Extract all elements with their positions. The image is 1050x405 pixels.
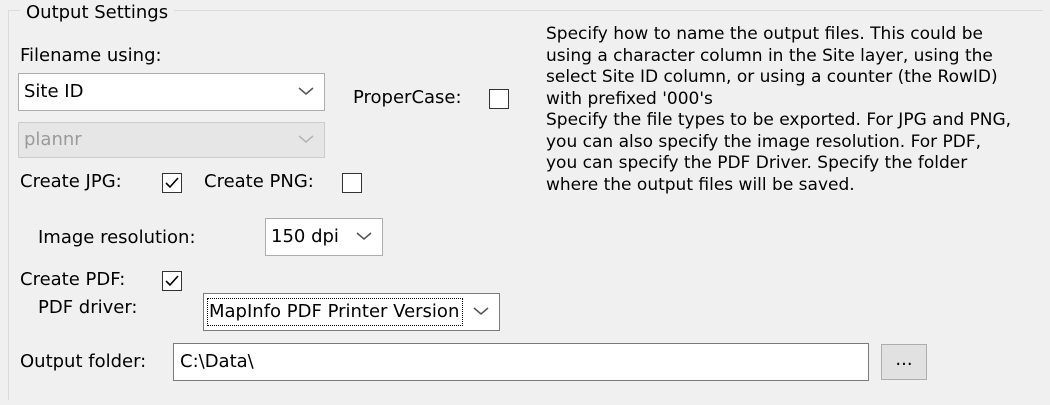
browse-button[interactable]: ... (881, 344, 927, 380)
image-resolution-label: Image resolution: (38, 227, 196, 248)
create-jpg-label: Create JPG: (20, 171, 122, 192)
create-png-checkbox[interactable] (342, 173, 362, 193)
pdf-driver-label: PDF driver: (38, 297, 138, 318)
proper-case-label: ProperCase: (353, 87, 462, 108)
pdf-driver-value: MapInfo PDF Printer Version (206, 298, 464, 326)
chevron-down-icon (356, 232, 372, 240)
filename-column-value: plannr (24, 129, 82, 150)
create-jpg-checkbox[interactable] (162, 173, 182, 193)
create-pdf-checkbox[interactable] (162, 271, 182, 291)
proper-case-checkbox[interactable] (489, 89, 509, 109)
chevron-down-icon (298, 87, 314, 95)
help-text-body: Specify how to name the output files. Th… (546, 24, 1012, 195)
pdf-driver-combo[interactable]: MapInfo PDF Printer Version (203, 293, 500, 331)
resolution-value: 150 dpi (271, 226, 339, 247)
output-folder-value: C:\Data\ (180, 351, 254, 372)
checkmark-icon (165, 275, 179, 287)
filename-column-combo: plannr (18, 122, 325, 158)
output-folder-input[interactable]: C:\Data\ (173, 343, 869, 381)
filename-label: Filename using: (20, 45, 162, 66)
checkmark-icon (165, 177, 179, 189)
chevron-down-icon (298, 135, 314, 143)
chevron-down-icon (473, 307, 489, 315)
create-png-label: Create PNG: (204, 171, 314, 192)
filename-combo[interactable]: Site ID (18, 73, 325, 111)
help-text: Specify how to name the output files. Th… (546, 24, 1016, 196)
output-folder-label: Output folder: (20, 351, 147, 372)
filename-combo-value: Site ID (24, 81, 84, 102)
resolution-combo[interactable]: 150 dpi (265, 218, 383, 256)
group-title: Output Settings (20, 1, 175, 25)
create-pdf-label: Create PDF: (20, 269, 126, 290)
